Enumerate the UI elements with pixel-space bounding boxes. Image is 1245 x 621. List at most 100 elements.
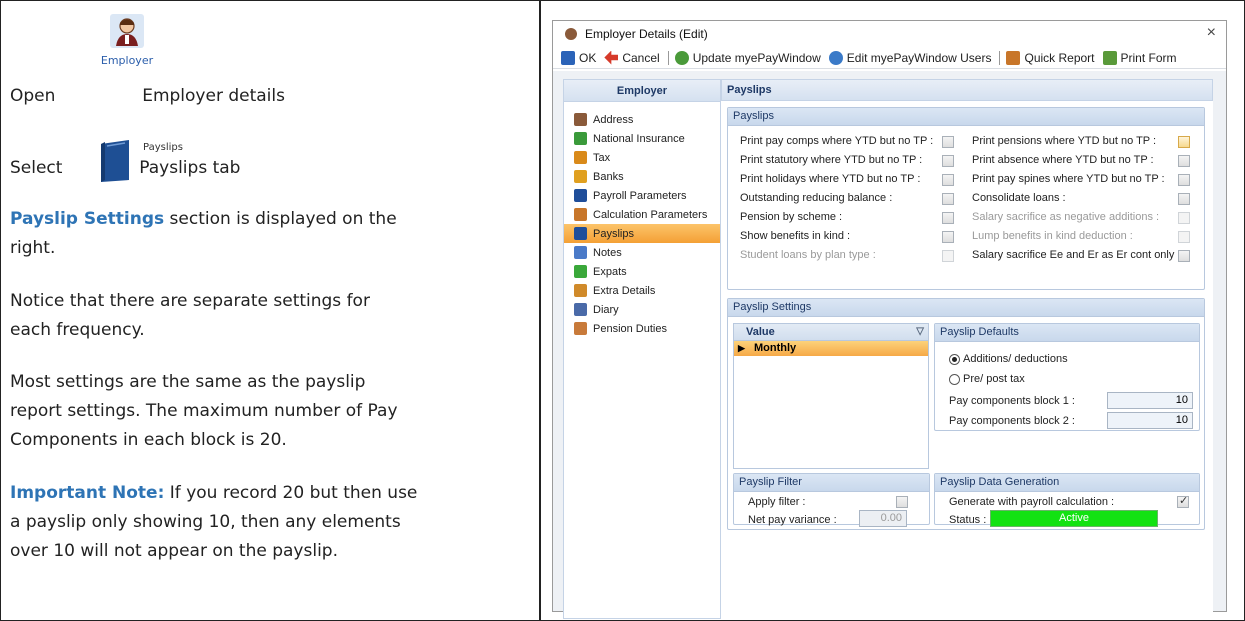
cancel-button[interactable]: Cancel (604, 50, 660, 65)
option-checkbox[interactable] (1178, 136, 1190, 148)
generate-with-payroll-checkbox[interactable] (1177, 494, 1189, 508)
pre-post-tax-radio[interactable] (949, 374, 960, 385)
option-label: Print pay spines where YTD but no TP : (972, 173, 1165, 185)
quick-report-button[interactable]: Quick Report (1006, 50, 1095, 65)
p6-line2: a payslip only showing 10, then any elem… (10, 512, 401, 532)
employer-icon (110, 14, 144, 48)
sidebar-item-label: Notes (593, 246, 622, 259)
employer-details-window: Employer Details (Edit) × OK Cancel Upda… (552, 20, 1227, 619)
payslip-data-generation-group: Payslip Data Generation Generate with pa… (934, 473, 1200, 527)
p4-line2: each frequency. (10, 320, 145, 340)
sidebar-item-extra-details[interactable]: Extra Details (564, 281, 720, 300)
p6-line1: If you record 20 but then use (164, 483, 418, 503)
option-checkbox[interactable] (1178, 193, 1190, 205)
option-checkbox[interactable] (1178, 174, 1190, 186)
sidebar-item-national-insurance[interactable]: National Insurance (564, 129, 720, 148)
grid-header-value: Value ▽ (734, 324, 928, 341)
option-label: Salary sacrifice as negative additions : (972, 211, 1160, 223)
option-checkbox[interactable] (942, 212, 954, 224)
paragraph-settings-same: Most settings are the same as the paysli… (10, 368, 398, 455)
option-checkbox[interactable] (1178, 231, 1190, 243)
instruction-select: Select Payslips tab (10, 154, 240, 183)
nav-header: Employer (564, 80, 720, 102)
payslips-content: Payslips Payslips Print pay comps where … (721, 79, 1213, 619)
update-mypaywindow-button[interactable]: Update myePayWindow (674, 50, 821, 65)
toolbar: OK Cancel Update myePayWindow Edit myePa… (553, 47, 1226, 69)
paragraph-payslip-settings: Payslip Settings section is displayed on… (10, 205, 397, 263)
option-checkbox[interactable] (1178, 155, 1190, 167)
cancel-label: Cancel (622, 50, 660, 65)
sidebar-item-label: Address (593, 113, 634, 126)
sidebar-item-label: National Insurance (593, 132, 685, 145)
payslip-settings-term: Payslip Settings (10, 209, 165, 229)
payslip-filter-group: Payslip Filter Apply filter : Net pay va… (733, 473, 930, 527)
option-checkbox[interactable] (942, 250, 954, 262)
print-form-button[interactable]: Print Form (1102, 50, 1177, 65)
close-icon[interactable]: × (1207, 24, 1216, 42)
option-checkbox[interactable] (942, 193, 954, 205)
net-pay-variance-label: Net pay variance : (748, 514, 837, 526)
block2-input[interactable]: 10 (1107, 412, 1193, 429)
calc-icon (574, 208, 587, 221)
person-icon (574, 113, 587, 126)
open-rest: Employer details (142, 86, 285, 106)
p5-line2: report settings. The maximum number of P… (10, 401, 398, 421)
filter-funnel-icon[interactable]: ▽ (916, 324, 924, 340)
sidebar-item-expats[interactable]: Expats (564, 262, 720, 281)
apply-filter-checkbox[interactable] (896, 496, 908, 508)
sidebar-item-address[interactable]: Address (564, 110, 720, 129)
option-label: Print statutory where YTD but no TP : (740, 154, 923, 166)
p5-line1: Most settings are the same as the paysli… (10, 372, 366, 392)
print-form-label: Print Form (1120, 50, 1177, 65)
option-checkbox[interactable] (1178, 212, 1190, 224)
edit-mypaywindow-users-button[interactable]: Edit myePayWindow Users (828, 50, 991, 65)
sidebar-item-notes[interactable]: Notes (564, 243, 720, 262)
option-checkbox[interactable] (1178, 250, 1190, 262)
ok-button[interactable]: OK (561, 50, 596, 65)
print-icon (1102, 50, 1117, 65)
p4-line1: Notice that there are separate settings … (10, 291, 370, 311)
sidebar-item-pension-duties[interactable]: Pension Duties (564, 319, 720, 338)
option-label: Pension by scheme : (740, 211, 843, 223)
save-icon (561, 50, 575, 65)
option-checkbox[interactable] (942, 155, 954, 167)
generate-with-payroll-label: Generate with payroll calculation : (949, 496, 1115, 508)
option-label: Print holidays where YTD but no TP : (740, 173, 921, 185)
option-label: Show benefits in kind : (740, 230, 851, 242)
frequency-grid: Value ▽ ▶ Monthly (733, 323, 929, 469)
block2-label: Pay components block 2 : (949, 415, 1075, 427)
sidebar-item-banks[interactable]: Banks (564, 167, 720, 186)
update-label: Update myePayWindow (692, 50, 821, 65)
grid-row-monthly[interactable]: ▶ Monthly (734, 341, 928, 356)
p6-line3: over 10 will not appear on the payslip. (10, 541, 338, 561)
net-pay-variance-input[interactable]: 0.00 (859, 510, 907, 527)
option-label: Outstanding reducing balance : (740, 192, 893, 204)
status-label: Status : (949, 514, 987, 526)
payslip-settings-header: Payslip Settings (728, 299, 1204, 317)
option-checkbox[interactable] (942, 174, 954, 186)
column-divider (539, 0, 541, 621)
quick-report-label: Quick Report (1024, 50, 1095, 65)
payslips-group: Payslips Print pay comps where YTD but n… (727, 107, 1205, 290)
option-label: Consolidate loans : (972, 192, 1066, 204)
block1-input[interactable]: 10 (1107, 392, 1193, 409)
sidebar-item-payslips[interactable]: Payslips (564, 224, 720, 243)
tax-icon (574, 151, 587, 164)
sidebar-item-label: Payslips (593, 227, 634, 240)
employer-nav-panel: Employer Address National Insurance Tax Ban… (563, 79, 721, 619)
sidebar-item-payroll-parameters[interactable]: Payroll Parameters (564, 186, 720, 205)
block1-label: Pay components block 1 : (949, 395, 1075, 407)
additions-deductions-radio[interactable] (949, 354, 960, 365)
pre-post-tax-label: Pre/ post tax (963, 373, 1025, 385)
instruction-open: Open Employer details (10, 82, 285, 111)
sidebar-item-diary[interactable]: Diary (564, 300, 720, 319)
option-checkbox[interactable] (942, 136, 954, 148)
option-checkbox[interactable] (942, 231, 954, 243)
payslips-group-header: Payslips (728, 108, 1204, 126)
payslips-ribbon-label: Payslips (143, 142, 183, 153)
sidebar-item-calculation-parameters[interactable]: Calculation Parameters (564, 205, 720, 224)
sidebar-item-tax[interactable]: Tax (564, 148, 720, 167)
payslip-settings-group: Payslip Settings Value ▽ ▶ Monthly Paysl… (727, 298, 1205, 530)
employer-title-icon (565, 28, 577, 40)
open-word: Open (10, 86, 56, 106)
